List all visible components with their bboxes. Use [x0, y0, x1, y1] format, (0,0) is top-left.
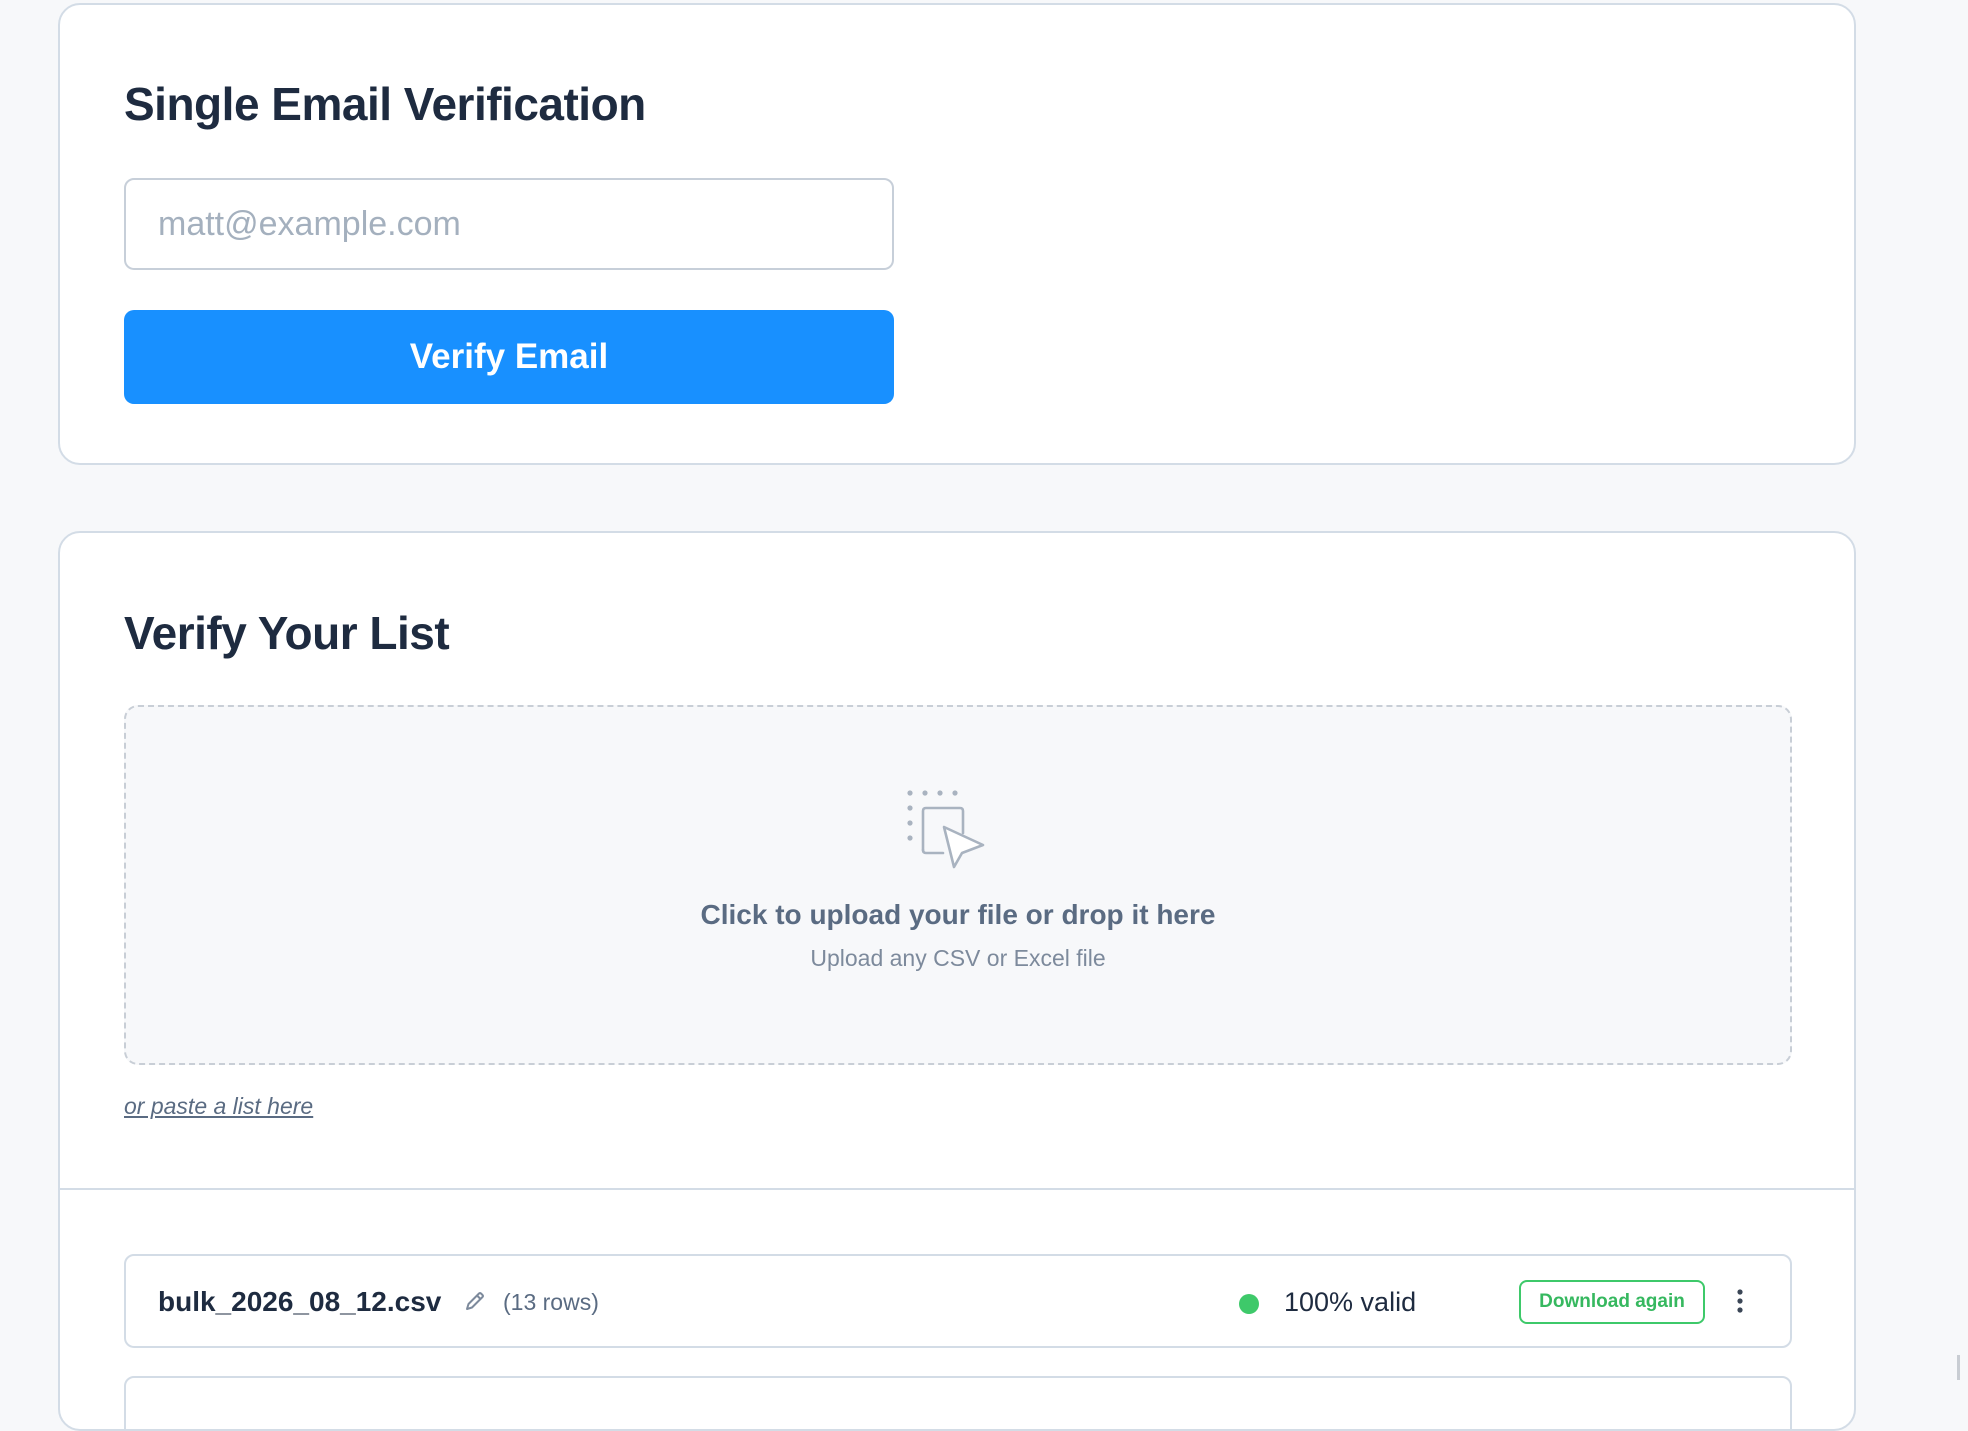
file-row[interactable] — [124, 1376, 1792, 1429]
verify-list-card: Verify Your List Click to upload your fi… — [58, 531, 1856, 1431]
paste-list-link[interactable]: or paste a list here — [124, 1093, 313, 1120]
row-count: (13 rows) — [503, 1289, 599, 1315]
dropzone-subtitle: Upload any CSV or Excel file — [810, 945, 1106, 971]
file-name: bulk_2026_08_12.csv — [158, 1286, 442, 1317]
email-input[interactable] — [124, 178, 894, 270]
verify-email-button[interactable]: Verify Email — [124, 310, 894, 404]
section-divider — [60, 1188, 1854, 1190]
pencil-icon[interactable] — [464, 1290, 486, 1312]
dropzone-title: Click to upload your file or drop it her… — [700, 899, 1216, 930]
status-dot-icon — [1239, 1294, 1259, 1314]
more-options-icon[interactable] — [1730, 1286, 1750, 1316]
file-row[interactable]: bulk_2026_08_12.csv (13 rows) 100% valid… — [124, 1254, 1792, 1348]
file-dropzone[interactable]: Click to upload your file or drop it her… — [124, 705, 1792, 1065]
download-again-button[interactable]: Download again — [1519, 1280, 1705, 1324]
drag-drop-cursor-icon — [907, 790, 985, 869]
verify-list-title: Verify Your List — [124, 607, 450, 659]
single-email-card: Single Email Verification Verify Email — [58, 3, 1856, 465]
valid-percentage: 100% valid — [1284, 1287, 1417, 1317]
scrollbar-edge — [1957, 1355, 1960, 1380]
single-email-title: Single Email Verification — [124, 78, 646, 130]
